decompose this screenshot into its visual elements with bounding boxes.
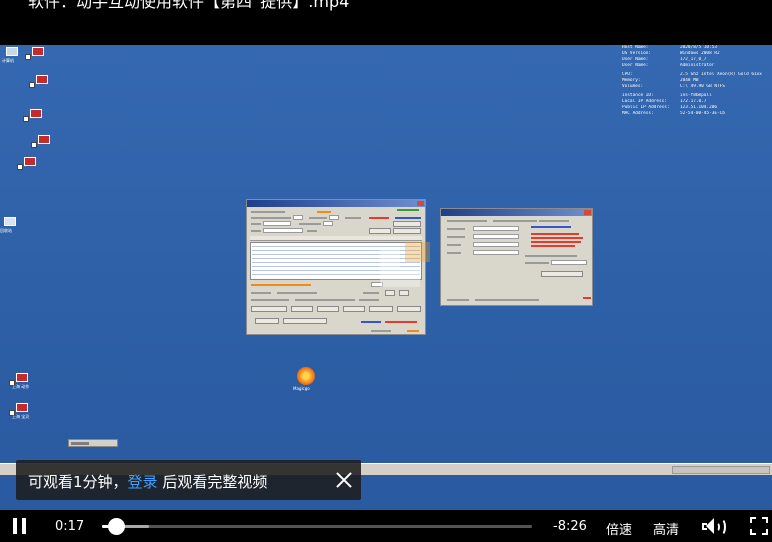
close-icon[interactable]: [334, 470, 354, 490]
pause-icon[interactable]: [13, 518, 27, 534]
app-window-login[interactable]: [440, 208, 593, 306]
window-title-bar[interactable]: [247, 200, 425, 207]
current-time: 0:17: [55, 519, 85, 534]
shortcut-icon: [29, 75, 52, 89]
video-player[interactable]: 计算机 回收站 上海 动作 上海 宝贝 Host Name: 2020/8/5 1…: [0, 45, 772, 510]
shortcut-icon: [23, 109, 46, 123]
close-icon[interactable]: [584, 210, 591, 215]
shortcut-icon: 上海 动作: [9, 373, 32, 389]
remaining-time: -8:26: [553, 519, 587, 534]
system-tray[interactable]: [672, 466, 770, 474]
app-icon-label: Magicgo: [293, 386, 310, 391]
computer-icon: 计算机: [2, 47, 22, 63]
toast-message: 可观看1分钟，登录 后观看完整视频: [28, 473, 268, 491]
speed-button[interactable]: 倍速: [606, 519, 632, 538]
system-info-overlay: Host Name: 2020/8/5 10:53 OS Version: Wind…: [622, 45, 762, 116]
minimized-window[interactable]: [68, 439, 118, 447]
player-controls: 0:17 -8:26 倍速 高清: [0, 510, 772, 542]
volume-icon[interactable]: [702, 517, 728, 537]
progress-handle[interactable]: [108, 518, 126, 535]
video-title: 软件：动手互动使用软件【第四“提供】.mp4: [28, 0, 350, 11]
remote-desktop: 计算机 回收站 上海 动作 上海 宝贝 Host Name: 2020/8/5 1…: [0, 45, 772, 510]
window-title-bar[interactable]: [441, 209, 592, 216]
progress-bar[interactable]: [102, 518, 532, 535]
close-icon[interactable]: [417, 201, 424, 206]
quality-button[interactable]: 高清: [653, 519, 679, 538]
shortcut-icon: [25, 47, 48, 61]
shortcut-icon: 上海 宝贝: [9, 403, 32, 419]
recycle-bin-icon: 回收站: [0, 217, 20, 233]
fullscreen-icon[interactable]: [750, 517, 768, 535]
magicgo-app-icon[interactable]: [297, 367, 315, 385]
video-title-bar: 软件：动手互动使用软件【第四“提供】.mp4: [0, 0, 772, 45]
shortcut-icon: [31, 135, 54, 149]
watermark-logo: [380, 242, 430, 287]
login-link[interactable]: 登录: [128, 473, 158, 491]
login-toast: 可观看1分钟，登录 后观看完整视频: [16, 460, 361, 500]
shortcut-icon: [17, 157, 40, 171]
